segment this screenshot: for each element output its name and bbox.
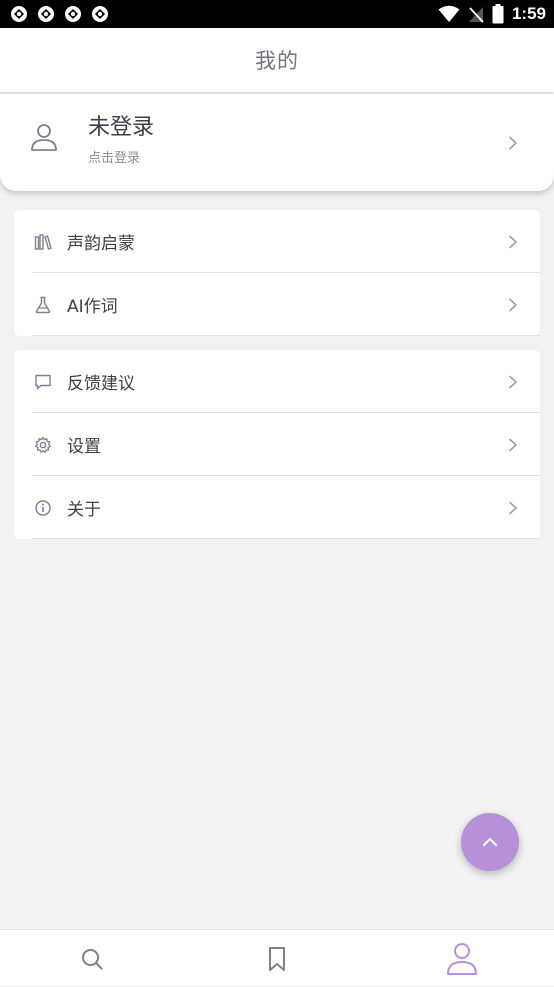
app-notification-icon [11, 6, 27, 22]
gear-icon [35, 436, 51, 453]
battery-icon [492, 4, 504, 24]
bottom-tab-bar [0, 929, 554, 986]
app-notification-icon [65, 6, 81, 22]
message-icon [35, 374, 51, 389]
chevron-right-icon [509, 235, 518, 248]
chevron-right-icon [509, 375, 518, 388]
menu-item-label: AI作词 [67, 297, 118, 317]
menu-item-label: 声韵启蒙 [67, 234, 135, 254]
chevron-up-icon [482, 837, 498, 847]
user-icon [447, 942, 477, 975]
status-bar: 1:59 [0, 0, 554, 28]
tab-profile[interactable] [370, 930, 554, 987]
menu-item-rhyme-primer[interactable]: 声韵启蒙 [14, 210, 540, 273]
menu-item-label: 设置 [67, 437, 101, 457]
app-notification-icon [38, 6, 54, 22]
books-icon [34, 233, 52, 250]
status-time: 1:59 [511, 4, 546, 23]
app-notification-icon [92, 6, 108, 22]
tab-bookmarks[interactable] [185, 930, 369, 987]
profile-name: 未登录 [88, 115, 155, 140]
system-icons: 1:59 [438, 4, 546, 24]
flask-icon [35, 296, 51, 313]
chevron-right-icon [509, 501, 518, 514]
wifi-icon [438, 5, 460, 22]
tab-search[interactable] [0, 930, 184, 987]
user-icon [31, 124, 57, 151]
menu-item-ai-lyrics[interactable]: AI作词 [14, 273, 540, 336]
divider [32, 335, 540, 336]
menu-item-settings[interactable]: 设置 [14, 413, 540, 476]
chevron-right-icon [509, 438, 518, 451]
menu-group-learning: 声韵启蒙 AI作词 [14, 210, 540, 336]
profile-text: 未登录 点击登录 [88, 114, 154, 166]
bookmark-icon [269, 946, 285, 971]
page-header: 我的 [0, 28, 554, 92]
login-card[interactable]: 未登录 点击登录 [0, 94, 554, 191]
menu-item-feedback[interactable]: 反馈建议 [14, 350, 540, 413]
divider [32, 538, 540, 539]
search-icon [82, 948, 103, 969]
no-signal-icon [468, 7, 484, 23]
login-prompt: 点击登录 [88, 151, 141, 166]
info-icon [35, 499, 51, 516]
menu-item-about[interactable]: 关于 [14, 476, 540, 539]
chevron-right-icon [509, 298, 518, 311]
scroll-to-top-button[interactable] [461, 813, 519, 871]
menu-group-settings: 反馈建议 设置 关于 [14, 350, 540, 539]
menu-item-label: 关于 [67, 500, 101, 520]
page-title: 我的 [255, 49, 299, 73]
chevron-right-icon [509, 136, 518, 150]
menu-item-label: 反馈建议 [67, 374, 135, 394]
notification-icons [10, 5, 109, 23]
